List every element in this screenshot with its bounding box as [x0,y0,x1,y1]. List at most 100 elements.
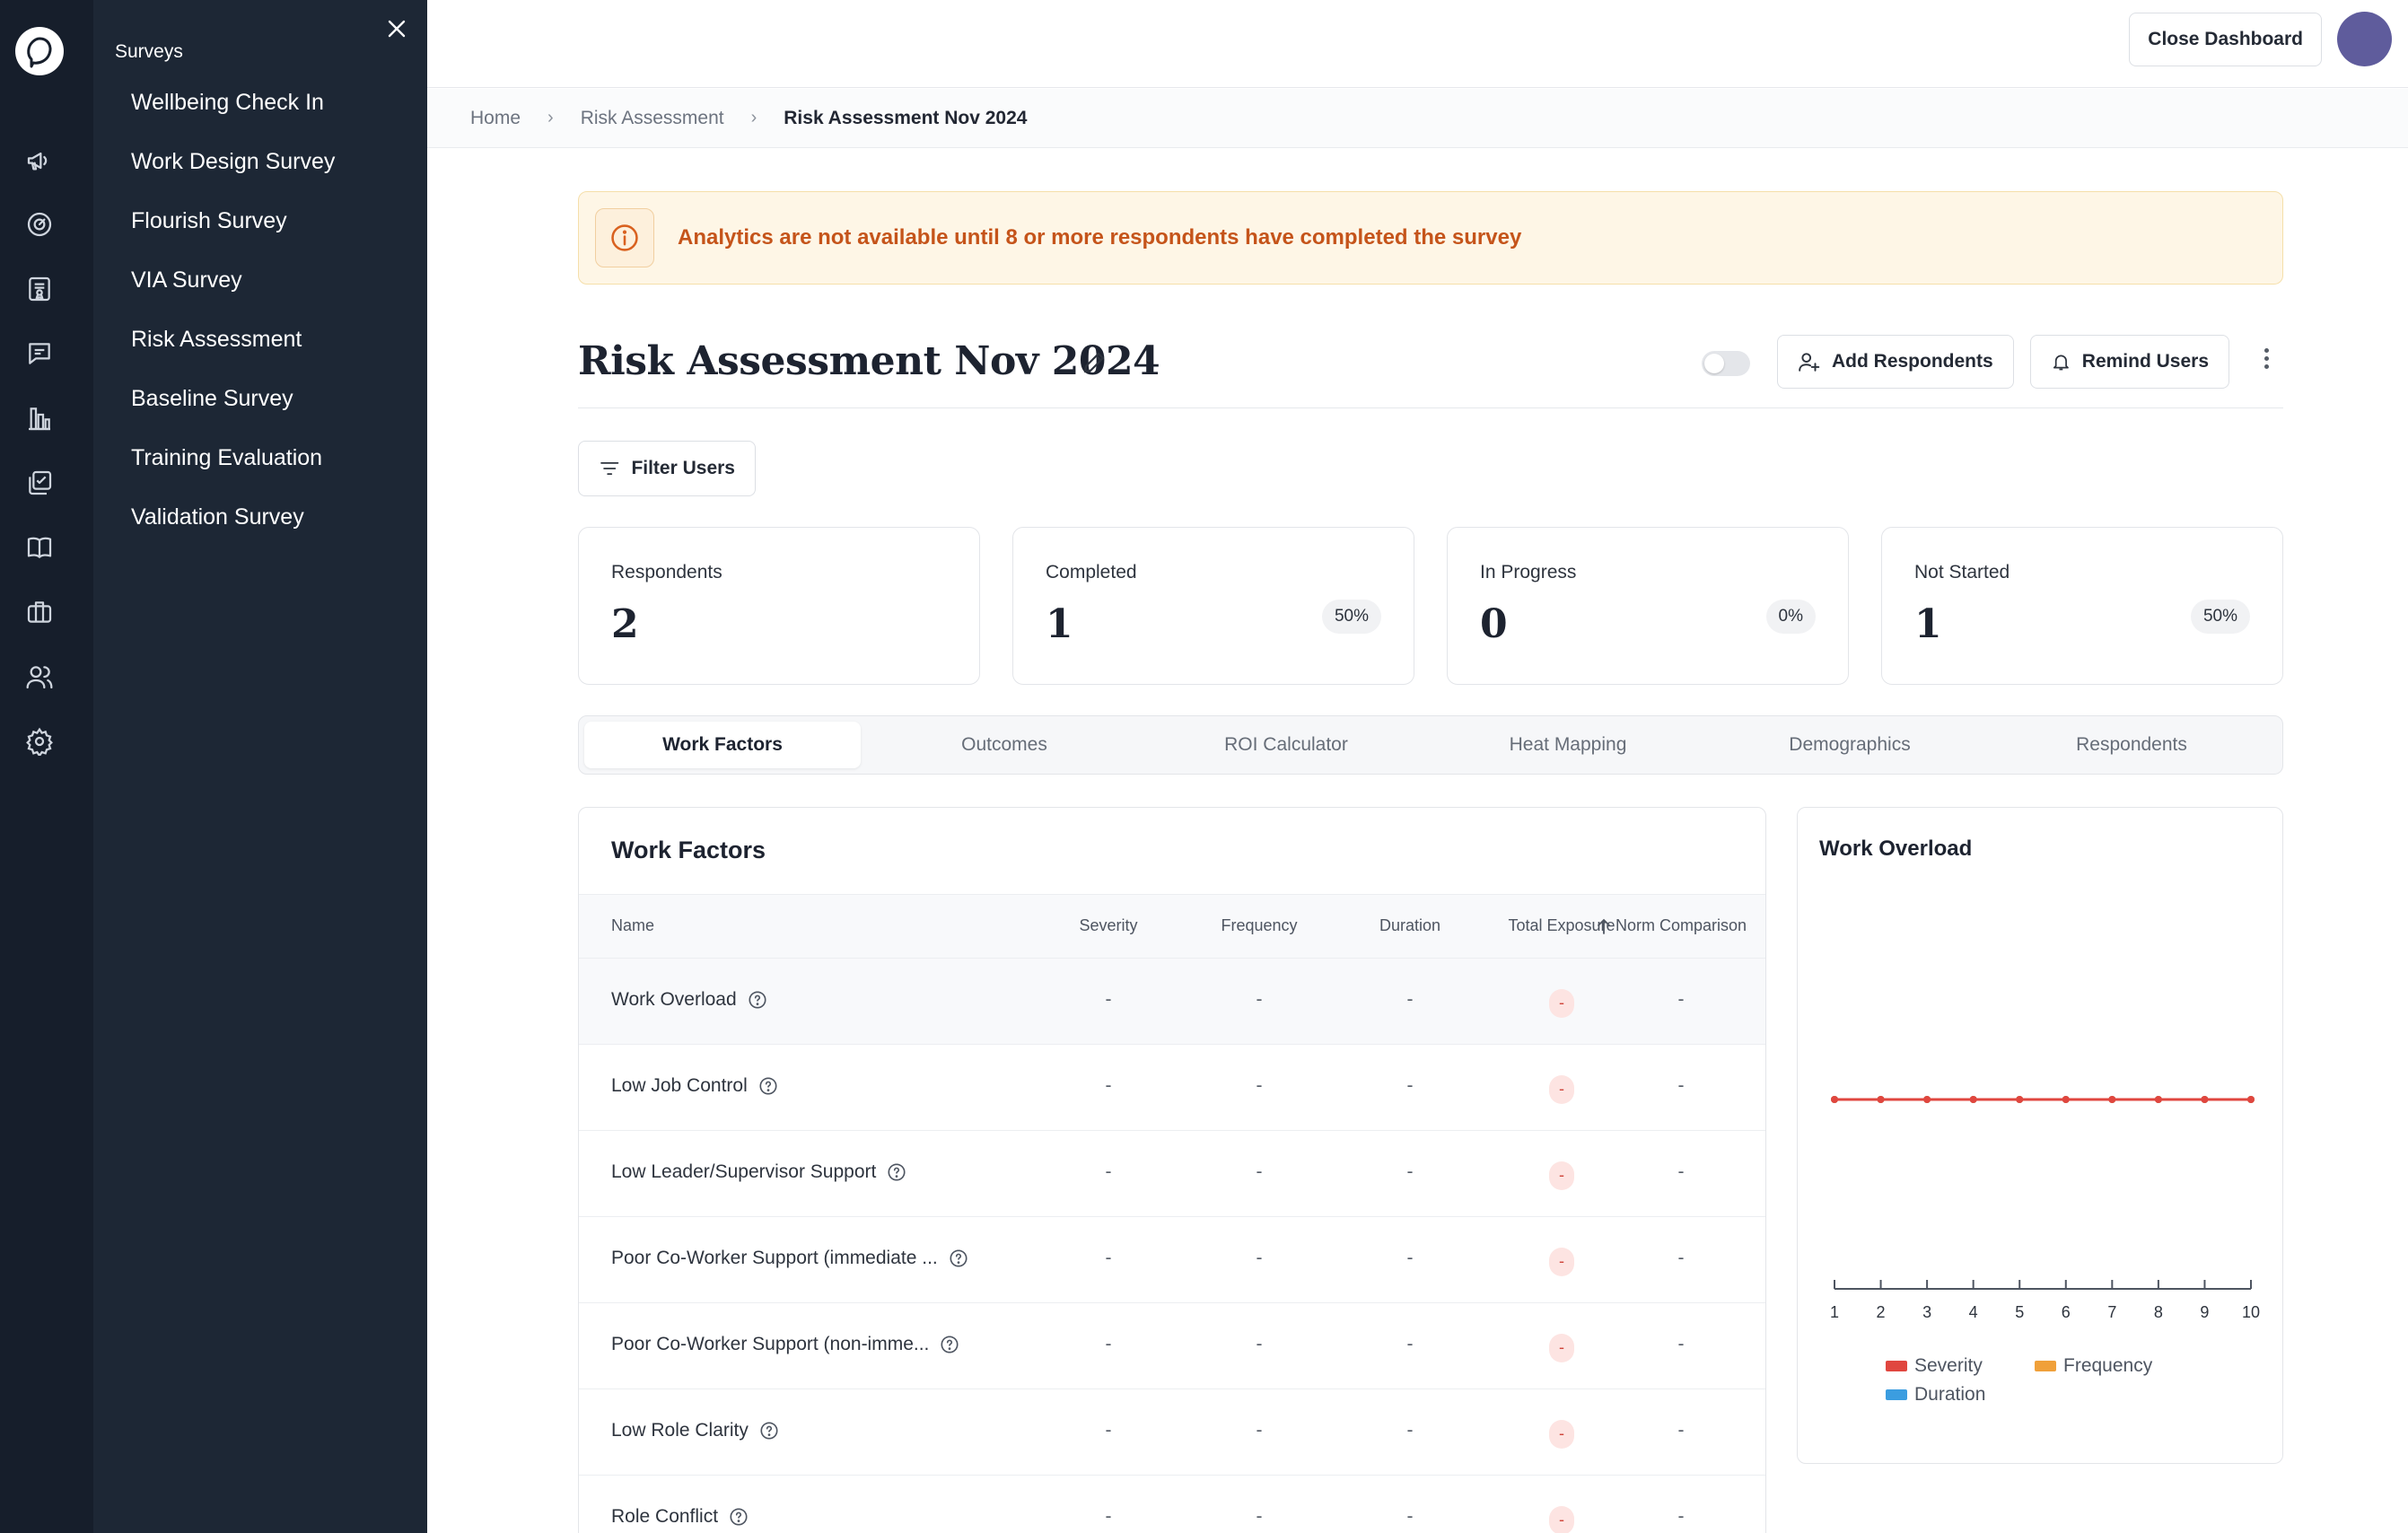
add-respondents-label: Add Respondents [1832,351,1993,372]
close-dashboard-button[interactable]: Close Dashboard [2129,13,2322,66]
tab-work-factors[interactable]: Work Factors [584,722,861,768]
surveys-panel-title: Surveys [115,41,183,62]
survey-item-work-design[interactable]: Work Design Survey [131,142,335,201]
chat-icon[interactable] [23,337,56,370]
table-row[interactable]: Work Overload - - - - - [579,959,1765,1045]
certificate-icon[interactable] [23,273,56,305]
column-severity[interactable]: Severity [1046,916,1171,935]
gauge-icon[interactable] [23,208,56,241]
help-icon[interactable] [940,1335,959,1354]
close-icon[interactable] [379,11,415,47]
table-row[interactable]: Poor Co-Worker Support (non-imme... - - - - - [579,1303,1765,1389]
breadcrumb-risk-assessment[interactable]: Risk Assessment [581,108,724,129]
stat-label: In Progress [1480,562,1577,583]
severity-cell: - [1105,1420,1112,1441]
megaphone-icon[interactable] [23,145,56,177]
frequency-cell: - [1256,1248,1263,1268]
frequency-cell: - [1256,1506,1263,1527]
duration-cell: - [1406,1075,1414,1096]
help-icon[interactable] [748,990,767,1010]
frequency-cell: - [1256,1334,1263,1354]
survey-item-flourish[interactable]: Flourish Survey [131,201,335,260]
briefcase-icon[interactable] [23,596,56,628]
tab-demographics[interactable]: Demographics [1712,722,1988,768]
stat-percent-badge: 50% [2190,600,2250,634]
filter-users-button[interactable]: Filter Users [578,441,756,496]
severity-cell: - [1105,989,1112,1010]
icon-rail [0,0,93,1533]
table-row[interactable]: Role Conflict - - - - - [579,1476,1765,1533]
total-exposure-badge: - [1549,1506,1574,1533]
add-user-icon [1799,353,1820,372]
work-overload-chart-card: Work Overload 1 2 3 4 5 6 7 8 9 10 Severity Frequen… [1797,807,2283,1464]
survey-item-wellbeing[interactable]: Wellbeing Check In [131,83,335,142]
x-tick-label: 3 [1922,1303,1931,1321]
survey-item-risk-assessment[interactable]: Risk Assessment [131,320,335,379]
table-row[interactable]: Low Leader/Supervisor Support - - - - - [579,1131,1765,1217]
breadcrumb-home[interactable]: Home [470,108,521,129]
norm-comparison-cell: - [1677,989,1685,1010]
tab-heat-mapping[interactable]: Heat Mapping [1430,722,1706,768]
tab-roi-calculator[interactable]: ROI Calculator [1148,722,1424,768]
remind-users-button[interactable]: Remind Users [2030,335,2229,389]
pencil-icon[interactable] [1081,349,1108,376]
help-icon[interactable] [949,1248,968,1268]
tab-respondents[interactable]: Respondents [1993,722,2270,768]
analytics-warning-banner: Analytics are not available until 8 or m… [578,191,2283,285]
checklist-icon[interactable] [23,467,56,499]
visibility-toggle[interactable] [1702,351,1750,376]
gear-icon[interactable] [23,725,56,758]
stat-value: 0 [1480,601,1508,647]
survey-item-via[interactable]: VIA Survey [131,260,335,320]
total-exposure-badge: - [1549,1161,1574,1190]
stat-value: 2 [611,601,639,647]
help-icon[interactable] [887,1162,906,1182]
surveys-list: Wellbeing Check In Work Design Survey Fl… [131,83,335,556]
tab-outcomes[interactable]: Outcomes [866,722,1143,768]
column-norm-comparison[interactable]: Norm Comparison [1609,916,1753,935]
add-respondents-button[interactable]: Add Respondents [1777,335,2014,389]
survey-item-training[interactable]: Training Evaluation [131,438,335,497]
severity-cell: - [1105,1161,1112,1182]
stat-label: Completed [1046,562,1137,583]
logo-icon[interactable] [15,27,64,75]
factor-name: Poor Co-Worker Support (immediate ... [611,1248,968,1269]
legend-label-duration: Duration [1914,1384,1985,1405]
total-exposure-badge: - [1549,989,1574,1018]
column-frequency[interactable]: Frequency [1196,916,1322,935]
norm-comparison-cell: - [1677,1248,1685,1268]
factor-name-label: Low Job Control [611,1075,748,1096]
column-duration[interactable]: Duration [1347,916,1473,935]
factor-name-label: Low Role Clarity [611,1420,749,1441]
legend-label-frequency: Frequency [2063,1355,2153,1376]
stats-row: Respondents 2 Completed 1 50% In Progres… [578,527,2283,685]
help-icon[interactable] [758,1076,778,1096]
data-point-severity [1831,1096,1838,1103]
avatar[interactable] [2337,12,2392,66]
factor-name-label: Role Conflict [611,1506,719,1527]
bar-chart-icon[interactable] [23,402,56,434]
frequency-cell: - [1256,1075,1263,1096]
table-row[interactable]: Low Role Clarity - - - - - [579,1389,1765,1476]
stat-card-in-progress: In Progress 0 0% [1447,527,1849,685]
book-icon[interactable] [23,531,56,564]
filter-users-label: Filter Users [631,458,735,478]
data-point-severity [2108,1096,2116,1103]
x-tick-label: 5 [2015,1303,2024,1321]
help-icon[interactable] [729,1507,749,1527]
table-row[interactable]: Poor Co-Worker Support (immediate ... - - -… [579,1217,1765,1303]
column-name[interactable]: Name [611,916,654,935]
page-title: Risk Assessment Nov 2024 [578,338,1160,384]
legend-swatch-severity [1886,1361,1907,1371]
stat-card-not-started: Not Started 1 50% [1881,527,2283,685]
severity-cell: - [1105,1248,1112,1268]
info-icon [595,208,654,267]
survey-item-validation[interactable]: Validation Survey [131,497,335,556]
help-icon[interactable] [759,1421,779,1441]
data-point-severity [2201,1096,2209,1103]
table-row[interactable]: Low Job Control - - - - - [579,1045,1765,1131]
more-options-icon[interactable] [2256,340,2276,376]
survey-item-baseline[interactable]: Baseline Survey [131,379,335,438]
users-icon[interactable] [23,661,56,693]
stat-percent-badge: 50% [1321,600,1381,634]
